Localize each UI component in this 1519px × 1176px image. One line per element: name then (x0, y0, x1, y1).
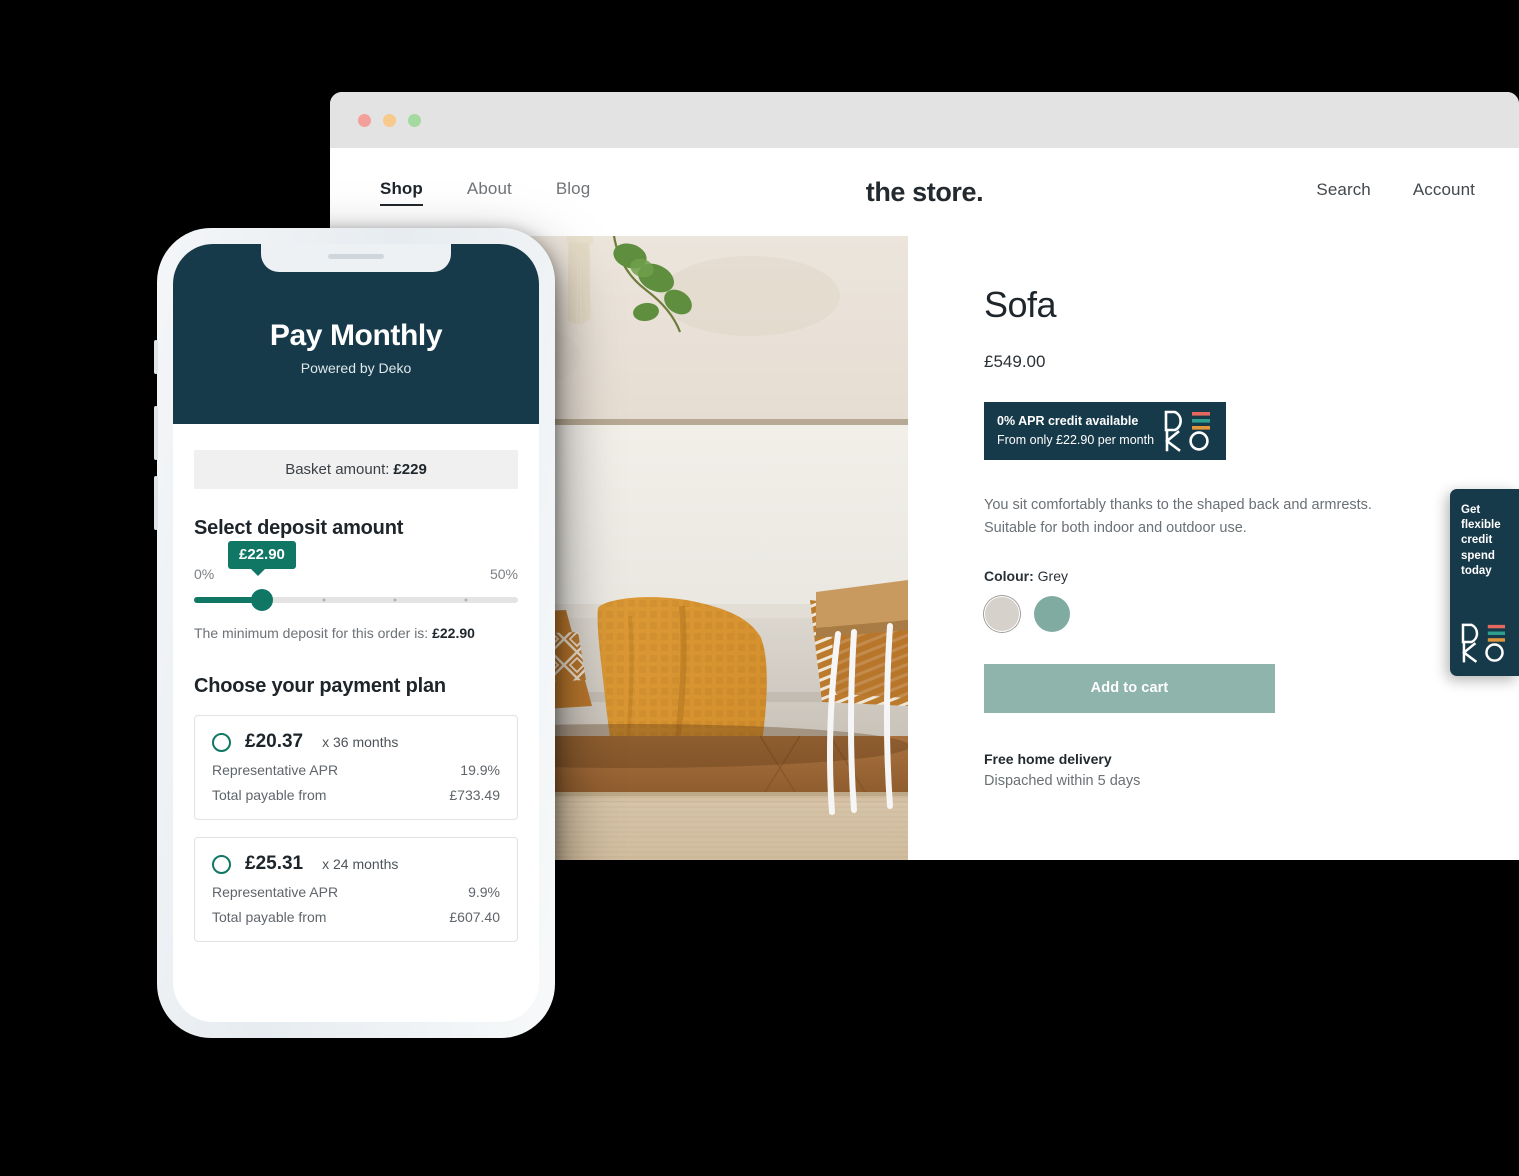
maximize-icon[interactable] (408, 113, 421, 127)
product-description: You sit comfortably thanks to the shaped… (984, 494, 1471, 540)
deposit-slider[interactable]: £22.90 0% 50% (194, 541, 518, 611)
plan-apr-label: Representative APR (212, 884, 339, 900)
product-details: Sofa £549.00 0% APR credit available Fro… (908, 236, 1519, 860)
plan-total-label: Total payable from (212, 787, 327, 803)
banner-headline: 0% APR credit available (997, 413, 1139, 428)
browser-title-bar (330, 92, 1519, 148)
slider-tick (393, 598, 397, 602)
payment-plan-option[interactable]: £25.31 x 24 months Representative APR 9.… (194, 837, 518, 942)
colour-swatches (984, 595, 1471, 632)
basket-amount-pill: Basket amount: £229 (194, 450, 518, 489)
close-icon[interactable] (358, 113, 371, 127)
nav-item-search[interactable]: Search (1316, 180, 1370, 205)
basket-amount-value: £229 (393, 461, 427, 478)
nav-item-account[interactable]: Account (1413, 180, 1475, 205)
secondary-nav: Search Account (1316, 180, 1475, 205)
basket-amount-label: Basket amount: (285, 461, 390, 478)
plan-header: £25.31 x 24 months (212, 853, 500, 875)
slider-track[interactable] (194, 589, 518, 611)
colour-row: Colour: Grey (984, 568, 1471, 584)
add-to-cart-button[interactable]: Add to cart (984, 663, 1275, 713)
phone-volume-up-button[interactable] (154, 406, 158, 460)
phone-notch (261, 244, 451, 272)
plan-apr-label: Representative APR (212, 762, 339, 778)
slider-value-tooltip: £22.90 (228, 541, 296, 576)
product-description-line-1: You sit comfortably thanks to the shaped… (984, 497, 1372, 513)
side-tab-text: Get flexible credit spend today (1461, 504, 1501, 577)
banner-subline: From only £22.90 per month (997, 433, 1155, 447)
plan-radio-icon[interactable] (212, 732, 231, 752)
swatch-teal[interactable] (1034, 595, 1070, 632)
product-title: Sofa (984, 284, 1057, 325)
plan-total-label: Total payable from (212, 909, 327, 925)
plan-radio-icon[interactable] (212, 854, 231, 874)
payment-plan-option[interactable]: £20.37 x 36 months Representative APR 19… (194, 715, 518, 820)
slider-thumb[interactable] (251, 589, 274, 611)
deko-logo-icon-side (1461, 623, 1505, 663)
plan-apr-value: 9.9% (468, 884, 500, 900)
slider-tick (322, 598, 326, 602)
nav-item-about[interactable]: About (467, 179, 512, 206)
nav-item-blog[interactable]: Blog (556, 179, 590, 206)
plan-total-row: Total payable from £733.49 (212, 787, 500, 803)
plan-header: £20.37 x 36 months (212, 731, 500, 753)
minimum-deposit-value: £22.90 (432, 625, 475, 641)
app-body: Basket amount: £229 Select deposit amoun… (173, 424, 539, 942)
app-title: Pay Monthly (269, 318, 443, 352)
plan-apr-row: Representative APR 9.9% (212, 884, 500, 900)
product-price: £549.00 (984, 352, 1046, 371)
phone-volume-down-button[interactable] (154, 476, 158, 530)
phone-mockup: Pay Monthly Powered by Deko Basket amoun… (154, 228, 555, 1038)
phone-mute-switch[interactable] (154, 340, 158, 374)
plan-apr-value: 19.9% (460, 762, 500, 778)
colour-value: Grey (1037, 567, 1068, 584)
slider-max-label: 50% (489, 566, 518, 582)
plan-section-title: Choose your payment plan (194, 675, 446, 697)
delivery-subtitle: Dispached within 5 days (984, 772, 1141, 789)
deko-logo-icon (1164, 410, 1210, 452)
product-description-line-2: Suitable for both indoor and outdoor use… (984, 519, 1247, 536)
slider-min-label: 0% (194, 566, 215, 582)
plan-total-value: £607.40 (449, 909, 500, 925)
minimum-deposit-note: The minimum deposit for this order is: £… (194, 625, 518, 641)
nav-item-shop[interactable]: Shop (380, 179, 423, 206)
swatch-grey[interactable] (984, 595, 1020, 632)
plan-term: x 36 months (322, 734, 399, 750)
slider-tick (464, 598, 468, 602)
colour-label: Colour: (984, 567, 1034, 584)
plan-total-row: Total payable from £607.40 (212, 909, 500, 925)
site-header: Shop About Blog the store. Search Accoun… (330, 148, 1519, 236)
screenshot-stage: Shop About Blog the store. Search Accoun… (0, 0, 1519, 1176)
deposit-section-title: Select deposit amount (194, 517, 404, 539)
plan-term: x 24 months (322, 856, 399, 872)
plan-apr-row: Representative APR 19.9% (212, 762, 500, 778)
primary-nav: Shop About Blog (380, 179, 590, 206)
delivery-title: Free home delivery (984, 750, 1112, 767)
plan-monthly-amount: £25.31 (245, 853, 304, 874)
deko-side-tab[interactable]: Get flexible credit spend today (1450, 489, 1519, 676)
minimize-icon[interactable] (383, 113, 396, 127)
delivery-info: Free home delivery Dispached within 5 da… (984, 751, 1471, 789)
plan-total-value: £733.49 (449, 787, 500, 803)
phone-screen: Pay Monthly Powered by Deko Basket amoun… (173, 244, 539, 1022)
app-subtitle: Powered by Deko (300, 359, 412, 376)
deko-credit-banner[interactable]: 0% APR credit available From only £22.90… (984, 402, 1226, 460)
minimum-deposit-label: The minimum deposit for this order is: (194, 625, 429, 641)
plan-monthly-amount: £20.37 (245, 731, 304, 752)
